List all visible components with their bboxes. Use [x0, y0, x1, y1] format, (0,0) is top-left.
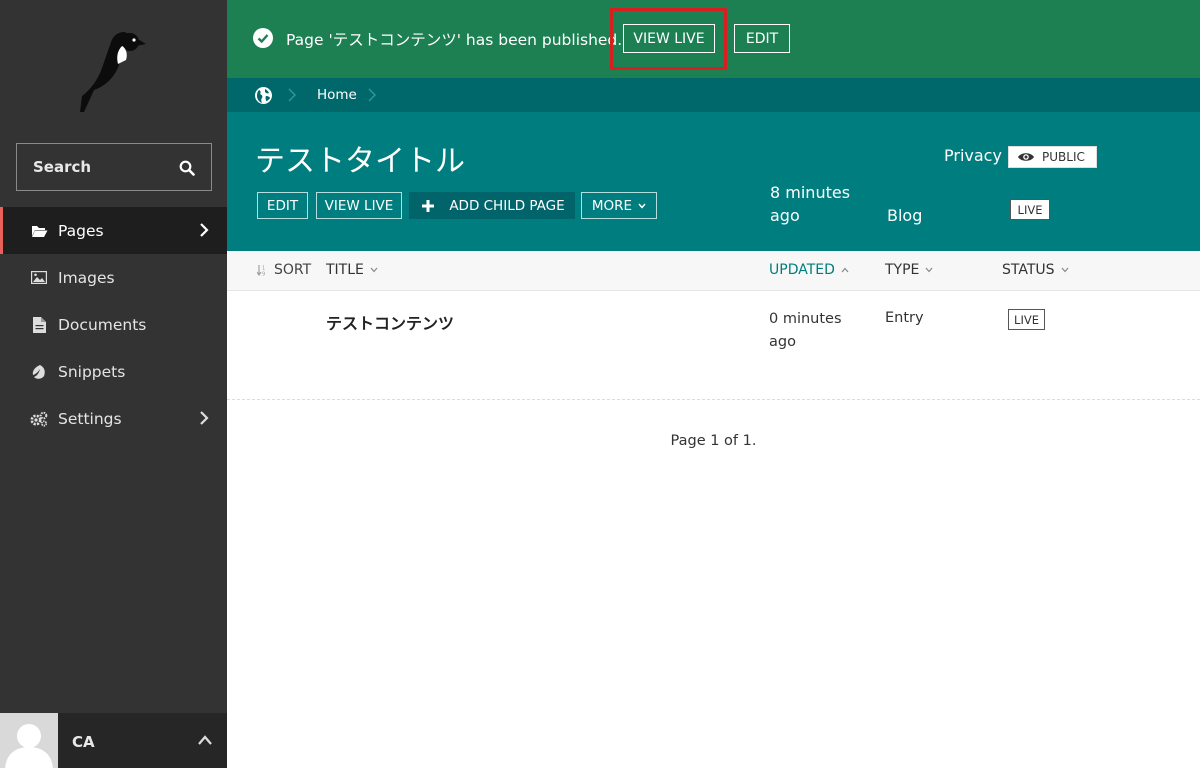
check-circle-icon [253, 28, 273, 48]
page-type: Blog [887, 206, 923, 225]
chevron-right-icon [288, 88, 296, 102]
updated-column-label: UPDATED [769, 262, 835, 278]
type-column-label: TYPE [885, 262, 920, 278]
status-column-label: STATUS [1002, 262, 1055, 278]
breadcrumb-home[interactable]: Home [317, 87, 357, 103]
plus-icon [419, 197, 437, 215]
type-column[interactable]: TYPE [885, 262, 933, 278]
folder-open-icon [30, 222, 48, 240]
chevron-down-icon [370, 267, 378, 273]
globe-icon[interactable] [255, 87, 272, 104]
highlight-box [610, 8, 727, 70]
edit-page-button[interactable]: EDIT [257, 192, 308, 219]
sidebar-item-label: Settings [58, 409, 122, 428]
document-icon [30, 316, 48, 334]
title-column-label: TITLE [326, 262, 364, 278]
child-updated: 0 minutes ago [769, 311, 842, 350]
table-row[interactable]: テストコンテンツ 0 minutes ago Entry LIVE [227, 291, 1200, 400]
privacy-value: PUBLIC [1042, 150, 1085, 164]
title-column[interactable]: TITLE [326, 262, 378, 278]
wagtail-logo-icon[interactable] [72, 24, 156, 116]
success-message-bar: Page 'テストコンテンツ' has been published. VIEW… [227, 0, 1200, 78]
image-icon [30, 269, 48, 287]
eye-icon [1018, 153, 1034, 161]
snippet-icon [30, 363, 48, 381]
sort-label: SORT [274, 262, 312, 278]
status-column[interactable]: STATUS [1002, 262, 1069, 278]
breadcrumb: Home [227, 78, 1200, 112]
chevron-right-icon [200, 411, 209, 425]
cogs-icon [30, 410, 48, 428]
chevron-right-icon [200, 223, 209, 237]
view-live-page-button[interactable]: VIEW LIVE [316, 192, 402, 219]
sidebar-item-label: Documents [58, 315, 147, 334]
avatar[interactable] [0, 713, 58, 768]
pagination-text: Page 1 of 1. [670, 433, 757, 449]
updated-column[interactable]: UPDATED [769, 262, 849, 278]
sidebar-item-settings[interactable]: Settings [0, 395, 227, 442]
chevron-down-icon [638, 203, 646, 209]
chevron-up-icon[interactable] [197, 734, 213, 746]
search-field[interactable] [16, 143, 212, 191]
sidebar-nav: Pages Images Documents Snippets Settings [0, 207, 227, 442]
account-menu[interactable]: CA [0, 713, 227, 768]
privacy-toggle[interactable]: PUBLIC [1008, 146, 1097, 168]
sort-column[interactable]: 1 9 SORT [257, 262, 311, 278]
page-header: テストタイトル EDIT VIEW LIVE ADD CHILD PAGE MO… [227, 112, 1200, 251]
svg-text:9: 9 [262, 272, 265, 277]
chevron-down-icon [925, 267, 933, 273]
child-type: Entry [885, 310, 924, 326]
sidebar-item-label: Pages [58, 221, 104, 240]
sidebar-item-documents[interactable]: Documents [0, 301, 227, 348]
chevron-up-icon [841, 267, 849, 273]
add-child-page-button[interactable]: ADD CHILD PAGE [409, 192, 575, 219]
status-badge: LIVE [1008, 309, 1045, 330]
last-updated: 8 minutes ago [770, 183, 851, 225]
chevron-right-icon [368, 88, 376, 102]
more-label: MORE [591, 197, 633, 214]
search-icon[interactable] [179, 160, 195, 176]
sidebar-item-label: Snippets [58, 362, 126, 381]
listing-header: 1 9 SORT TITLE UPDATED TYPE STATUS [227, 251, 1200, 291]
chevron-down-icon [1061, 267, 1068, 273]
user-initials: CA [72, 733, 95, 751]
sidebar-item-snippets[interactable]: Snippets [0, 348, 227, 395]
sort-icon: 1 9 [257, 265, 265, 277]
page-title: テストタイトル [255, 144, 465, 179]
add-child-page-label: ADD CHILD PAGE [449, 197, 565, 214]
privacy-label: Privacy [944, 146, 1002, 165]
search-input[interactable] [33, 158, 173, 176]
sidebar-item-label: Images [58, 268, 115, 287]
more-dropdown-button[interactable]: MORE [581, 192, 657, 219]
sidebar: Pages Images Documents Snippets Setti [0, 0, 227, 768]
edit-button[interactable]: EDIT [734, 24, 790, 53]
message-text: Page 'テストコンテンツ' has been published. [286, 31, 623, 49]
child-page-title[interactable]: テストコンテンツ [326, 310, 454, 334]
status-badge: LIVE [1010, 199, 1050, 220]
sidebar-item-pages[interactable]: Pages [0, 207, 227, 254]
sidebar-item-images[interactable]: Images [0, 254, 227, 301]
